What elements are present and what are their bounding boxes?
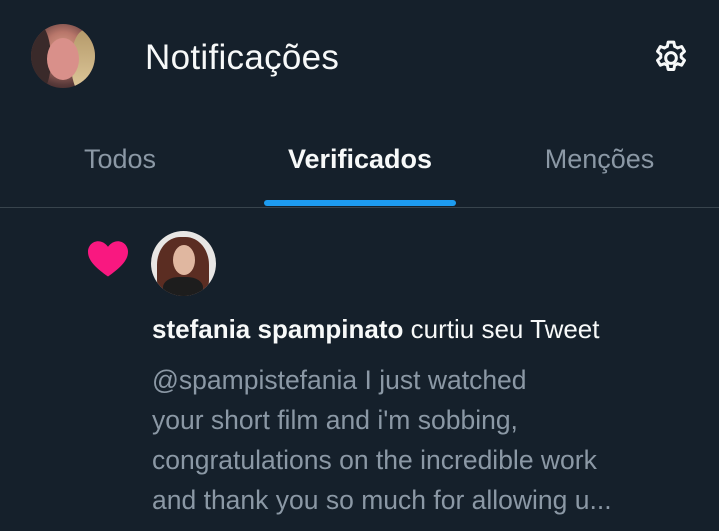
avatar-face	[47, 38, 79, 80]
tab-mencoes[interactable]: Menções	[480, 130, 719, 207]
avatar-face	[173, 245, 195, 275]
header: Notificações	[0, 0, 719, 118]
tab-label: Todos	[83, 144, 157, 174]
tweet-line: and thank you so much for allowing u...	[152, 485, 612, 515]
tab-bar: Todos Verificados Menções	[0, 130, 719, 207]
notification-action: curtiu seu Tweet	[410, 314, 600, 344]
user-name[interactable]: stefania spampinato	[152, 314, 403, 344]
tab-verificados[interactable]: Verificados	[240, 130, 480, 207]
gear-icon	[656, 40, 686, 71]
page-title: Notificações	[145, 38, 340, 77]
tweet-preview[interactable]: @spampistefania I just watched your shor…	[152, 360, 697, 520]
tab-label: Menções	[544, 144, 655, 174]
notification-text: stefania spampinato curtiu seu Tweet	[152, 314, 599, 345]
tweet-line: @spampistefania I just watched	[152, 365, 527, 395]
tab-todos[interactable]: Todos	[0, 130, 240, 207]
avatar-body	[163, 277, 203, 296]
tweet-line: congratulations on the incredible work	[152, 445, 597, 475]
notification-item[interactable]: stefania spampinato curtiu seu Tweet @sp…	[0, 208, 719, 531]
user-avatar[interactable]	[151, 231, 216, 296]
active-tab-indicator	[264, 200, 456, 206]
notifications-page: Notificações Todos Verificados Menções s…	[0, 0, 719, 531]
settings-button[interactable]	[649, 36, 693, 80]
tweet-line: your short film and i'm sobbing,	[152, 405, 518, 435]
tab-label: Verificados	[287, 144, 433, 174]
my-avatar[interactable]	[31, 24, 95, 88]
heart-icon	[88, 241, 128, 277]
